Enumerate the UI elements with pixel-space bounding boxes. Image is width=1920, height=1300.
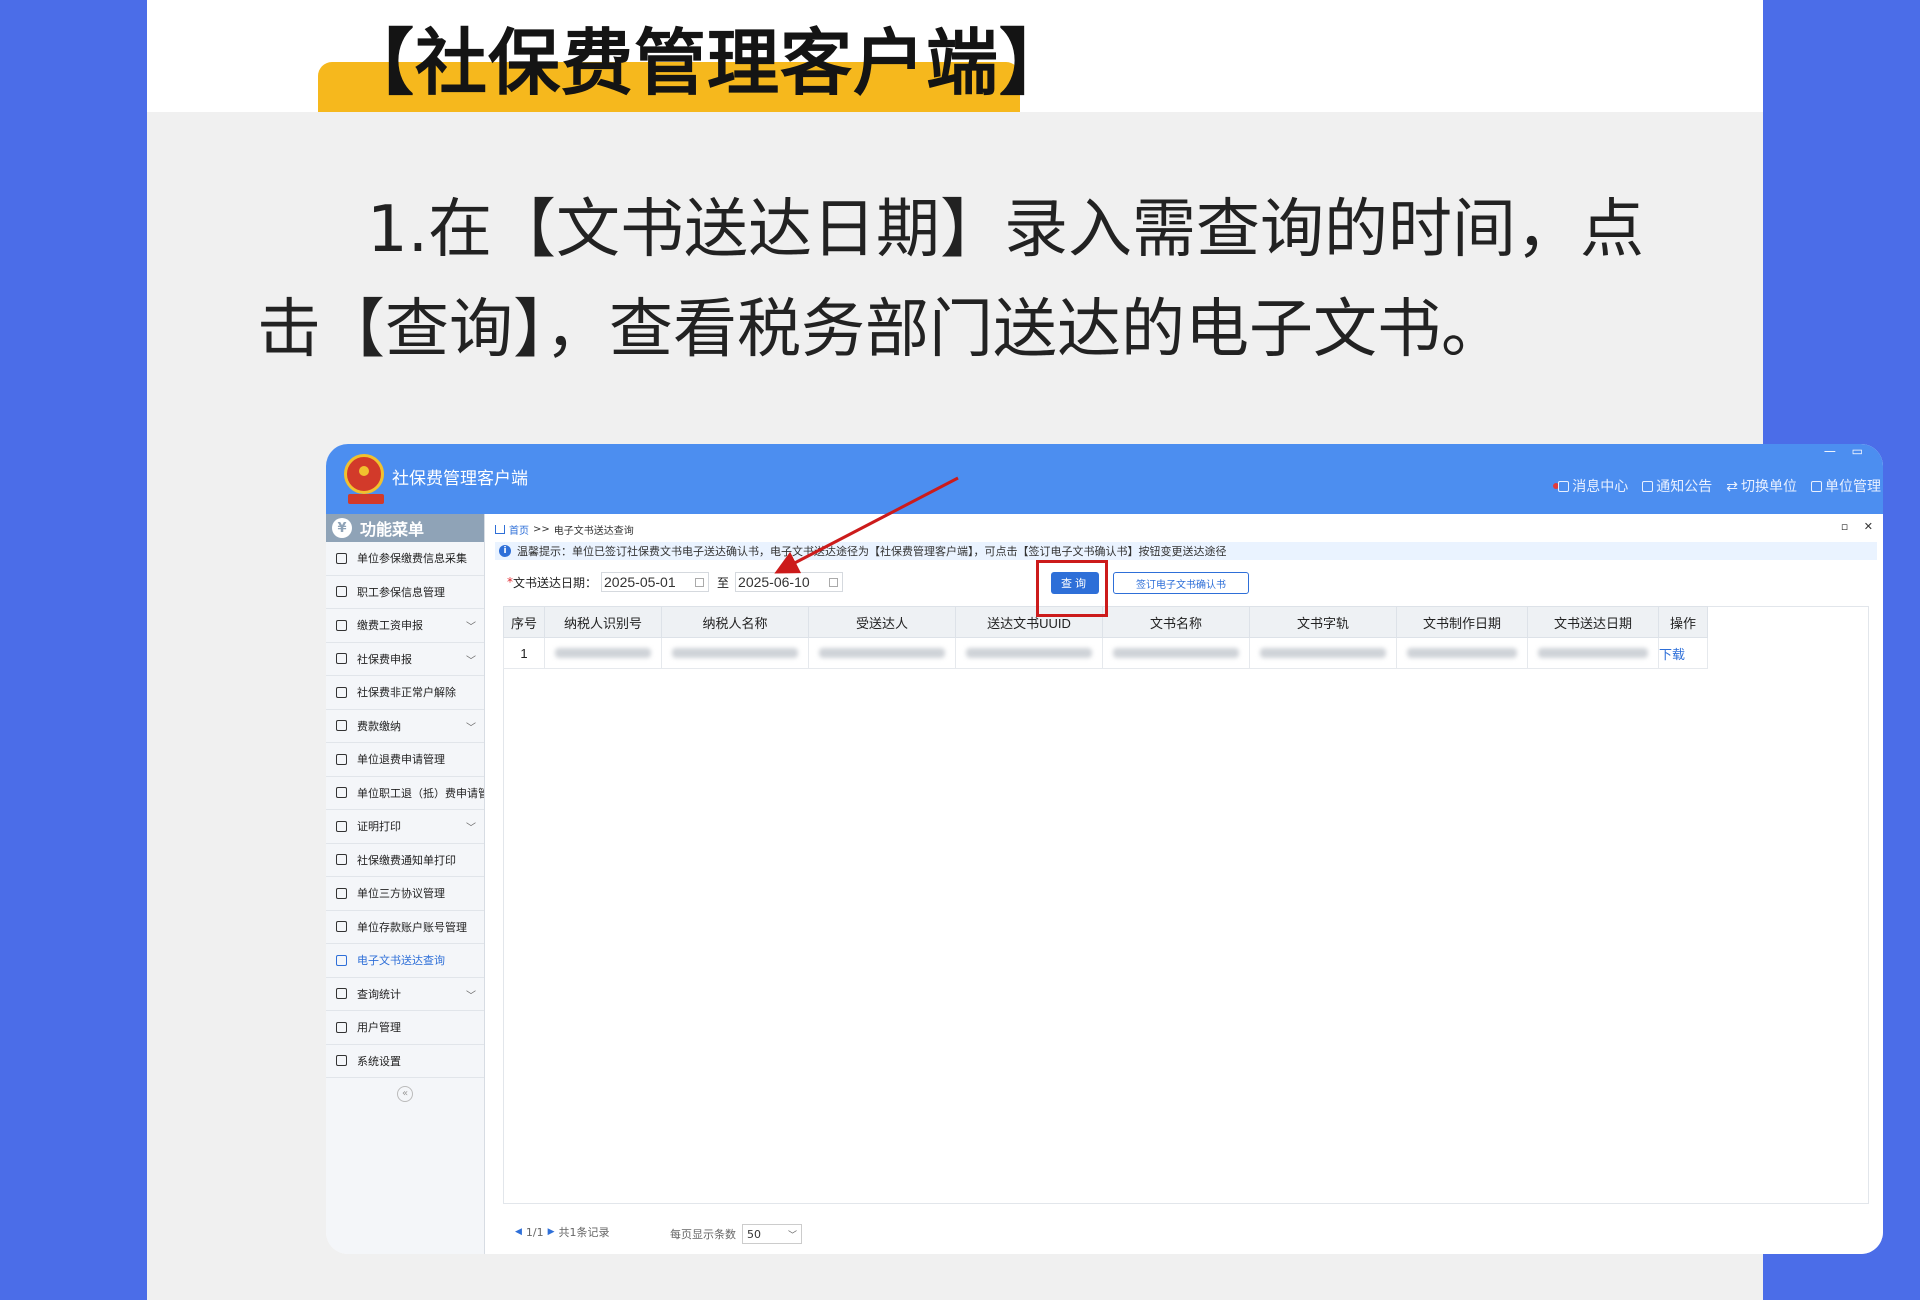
window-controls[interactable]: — ▭ — [1824, 444, 1869, 458]
building-icon — [1811, 480, 1822, 492]
header-nav-unit-manage[interactable]: 单位管理 — [1811, 476, 1881, 496]
panel-controls[interactable]: ▫ ✕ — [1841, 520, 1879, 533]
poster: 【社保费管理客户端】 1.在【文书送达日期】录入需查询的时间，点击【查询】，查看… — [147, 0, 1883, 1300]
pointer-arrow — [774, 476, 959, 574]
